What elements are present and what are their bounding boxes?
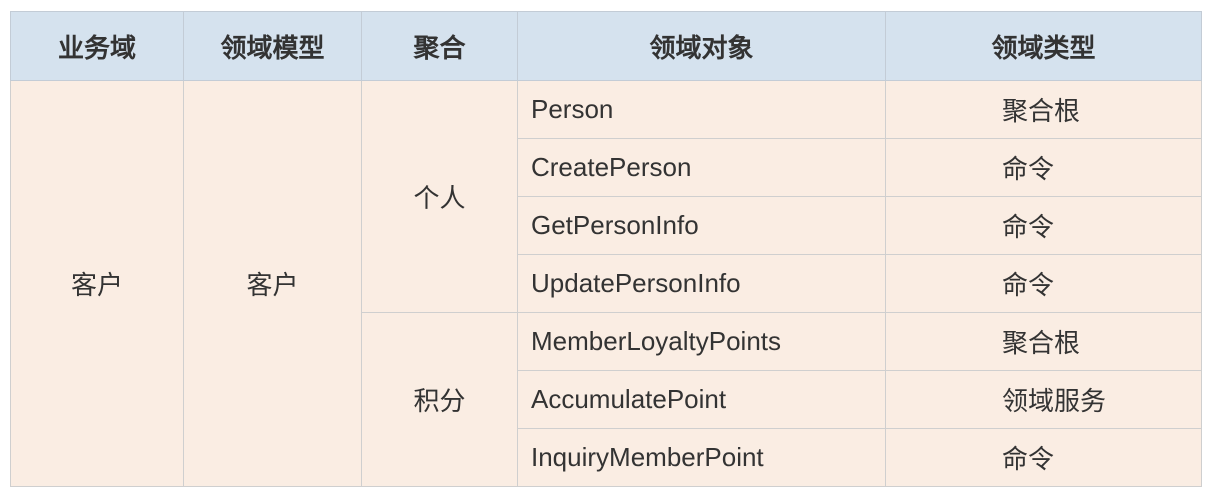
cell-object-name: Person	[517, 80, 886, 139]
domain-model-table: 业务域 领域模型 聚合 领域对象 领域类型 客户 客户 个人 Person 聚合…	[10, 11, 1202, 487]
table-container: 业务域 领域模型 聚合 领域对象 领域类型 客户 客户 个人 Person 聚合…	[10, 11, 1202, 487]
header-domain-model: 领域模型	[183, 11, 362, 81]
header-business-domain: 业务域	[10, 11, 184, 81]
cell-domain-model: 客户	[183, 80, 362, 487]
cell-object-name: GetPersonInfo	[517, 196, 886, 255]
cell-aggregate: 个人	[361, 80, 518, 313]
cell-object-type: 命令	[885, 428, 1202, 487]
cell-object-type: 命令	[885, 254, 1202, 313]
cell-object-name: InquiryMemberPoint	[517, 428, 886, 487]
cell-aggregate: 积分	[361, 312, 518, 487]
cell-object-type: 命令	[885, 196, 1202, 255]
cell-object-name: CreatePerson	[517, 138, 886, 197]
header-domain-type: 领域类型	[885, 11, 1202, 81]
header-aggregate: 聚合	[361, 11, 518, 81]
header-row: 业务域 领域模型 聚合 领域对象 领域类型	[10, 11, 1202, 81]
cell-object-type: 领域服务	[885, 370, 1202, 429]
cell-object-name: AccumulatePoint	[517, 370, 886, 429]
table-row: 客户 客户 个人 Person 聚合根	[10, 80, 1202, 487]
header-domain-object: 领域对象	[517, 11, 886, 81]
cell-business-domain: 客户	[10, 80, 184, 487]
cell-object-name: UpdatePersonInfo	[517, 254, 886, 313]
cell-object-type: 命令	[885, 138, 1202, 197]
cell-object-name: MemberLoyaltyPoints	[517, 312, 886, 371]
cell-object-type: 聚合根	[885, 80, 1202, 139]
cell-object-type: 聚合根	[885, 312, 1202, 371]
